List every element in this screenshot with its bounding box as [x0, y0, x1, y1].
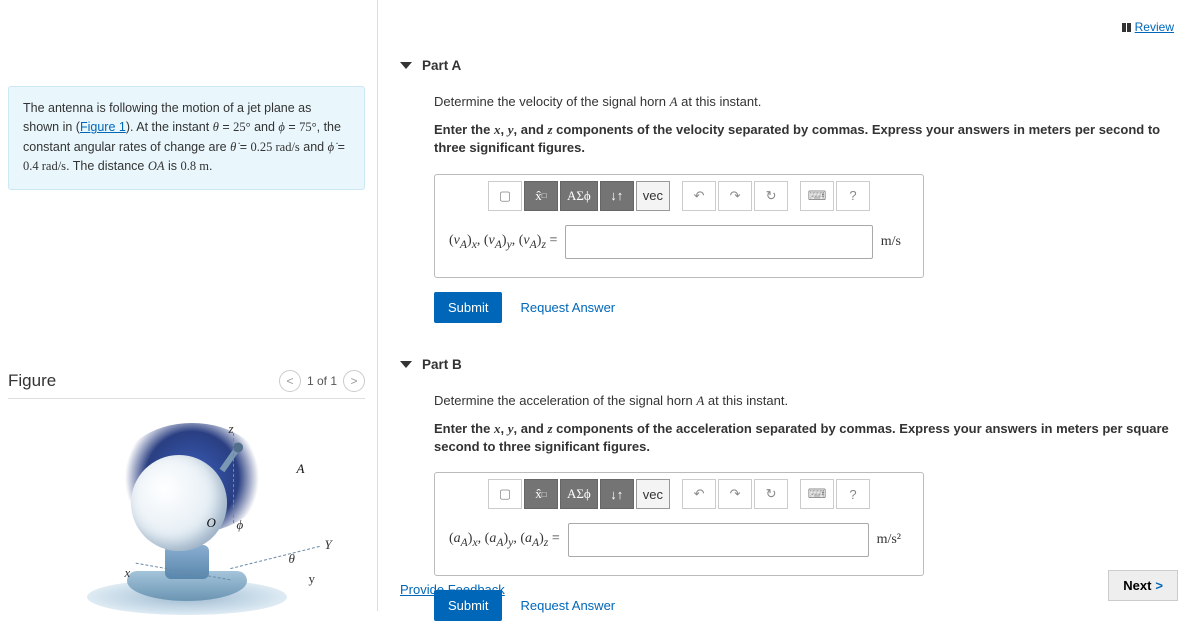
review-link[interactable]: Review	[1122, 20, 1174, 34]
part-b-instructions: Enter the x, y, and z components of the …	[434, 420, 1178, 456]
part-b-answer-input[interactable]	[568, 523, 869, 557]
figure-next-button[interactable]: >	[343, 370, 365, 392]
reset-button[interactable]: ↻	[754, 181, 788, 211]
help-button[interactable]: ?	[836, 479, 870, 509]
sqrt-button[interactable]: x̂□	[524, 181, 558, 211]
figure-illustration: z A Y y x O ϕ θ	[57, 415, 317, 625]
figure-prev-button[interactable]: <	[279, 370, 301, 392]
part-title: Part A	[422, 58, 461, 73]
problem-statement: The antenna is following the motion of a…	[8, 86, 365, 190]
part-a-unit: m/s	[881, 234, 909, 250]
greek-button[interactable]: ΑΣϕ	[560, 479, 598, 509]
sqrt-button[interactable]: x̂□	[524, 479, 558, 509]
template-button[interactable]: ▢	[488, 479, 522, 509]
part-a-instructions: Enter the x, y, and z components of the …	[434, 121, 1178, 157]
part-a-answer-box: ▢ x̂□ ΑΣϕ ↓↑ vec ↶ ↷ ↻ ⌨ ? (vA)x	[434, 174, 924, 278]
chevron-right-icon: >	[1155, 578, 1163, 593]
part-b-toggle[interactable]: Part B	[400, 357, 1178, 372]
vec-button[interactable]: vec	[636, 479, 670, 509]
part-a-var-label: (vA)x, (vA)y, (vA)z =	[449, 233, 557, 251]
keyboard-button[interactable]: ⌨	[800, 181, 834, 211]
scripts-button[interactable]: ↓↑	[600, 181, 634, 211]
part-b-answer-box: ▢ x̂□ ΑΣϕ ↓↑ vec ↶ ↷ ↻ ⌨ ? (aA)x	[434, 472, 924, 576]
undo-button[interactable]: ↶	[682, 479, 716, 509]
part-b-unit: m/s²	[877, 532, 909, 548]
reset-button[interactable]: ↻	[754, 479, 788, 509]
part-b-var-label: (aA)x, (aA)y, (aA)z =	[449, 531, 560, 549]
flag-icon	[1122, 23, 1131, 32]
part-a-toggle[interactable]: Part A	[400, 58, 1178, 73]
figure-link[interactable]: Figure 1	[80, 120, 126, 134]
caret-down-icon	[400, 62, 412, 69]
keyboard-button[interactable]: ⌨	[800, 479, 834, 509]
next-button[interactable]: Next>	[1108, 570, 1178, 601]
figure-title: Figure	[8, 371, 56, 391]
help-button[interactable]: ?	[836, 181, 870, 211]
part-a-question: Determine the velocity of the signal hor…	[434, 93, 1178, 111]
undo-button[interactable]: ↶	[682, 181, 716, 211]
greek-button[interactable]: ΑΣϕ	[560, 181, 598, 211]
figure-counter: 1 of 1	[307, 374, 337, 388]
caret-down-icon	[400, 361, 412, 368]
part-a-answer-input[interactable]	[565, 225, 872, 259]
provide-feedback-link[interactable]: Provide Feedback	[400, 582, 505, 597]
vec-button[interactable]: vec	[636, 181, 670, 211]
redo-button[interactable]: ↷	[718, 479, 752, 509]
part-b-question: Determine the acceleration of the signal…	[434, 392, 1178, 410]
redo-button[interactable]: ↷	[718, 181, 752, 211]
scripts-button[interactable]: ↓↑	[600, 479, 634, 509]
part-a-request-answer[interactable]: Request Answer	[520, 300, 615, 315]
part-title: Part B	[422, 357, 462, 372]
template-button[interactable]: ▢	[488, 181, 522, 211]
part-a-submit-button[interactable]: Submit	[434, 292, 502, 323]
